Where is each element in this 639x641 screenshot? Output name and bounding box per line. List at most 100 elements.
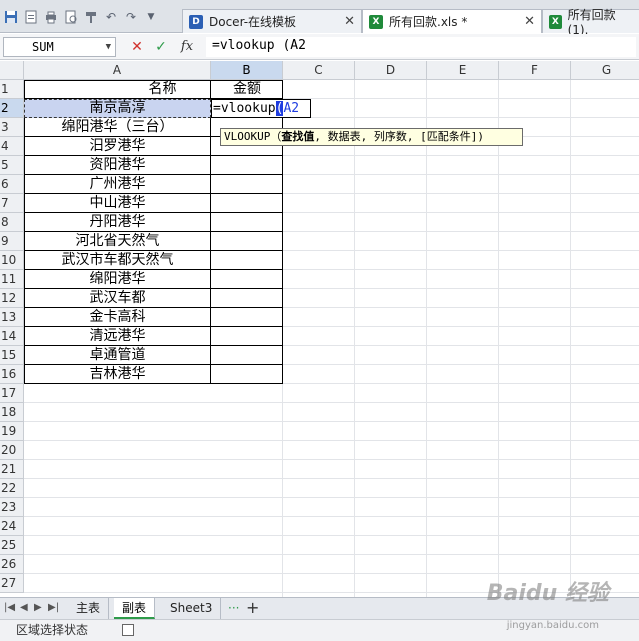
row-header-13[interactable]: 13 <box>0 308 24 327</box>
column-header-c[interactable]: C <box>283 61 355 80</box>
cell-b2-editor[interactable]: =vlookup(A2 <box>211 99 311 118</box>
column-header-d[interactable]: D <box>355 61 427 80</box>
worksheet-grid[interactable]: A B C D E F G 1 2 3 4 5 6 7 8 9 10 11 12 13 14 15 16 17 18 19 20 21… <box>0 61 639 597</box>
row-header-21[interactable]: 21 <box>0 460 24 479</box>
print-icon[interactable] <box>42 8 60 26</box>
gridline <box>24 440 639 441</box>
add-sheet-button[interactable]: + <box>246 598 259 617</box>
select-all-corner[interactable] <box>0 61 24 80</box>
redo-icon[interactable]: ↷ <box>122 8 140 26</box>
cell-name[interactable]: 资阳港华 <box>24 156 211 175</box>
last-sheet-icon[interactable]: ▶| <box>48 602 59 613</box>
close-icon[interactable]: ✕ <box>524 14 535 29</box>
save-icon[interactable] <box>2 8 20 26</box>
row-header-15[interactable]: 15 <box>0 346 24 365</box>
macro-record-icon[interactable] <box>122 624 134 636</box>
watermark-url: jingyan.baidu.com <box>506 620 599 631</box>
cell-name[interactable]: 清远港华 <box>24 327 211 346</box>
row-header-12[interactable]: 12 <box>0 289 24 308</box>
first-sheet-icon[interactable]: |◀ <box>4 602 15 613</box>
cell-name[interactable]: 中山港华 <box>24 194 211 213</box>
row-header-20[interactable]: 20 <box>0 441 24 460</box>
row-header-1[interactable]: 1 <box>0 80 24 99</box>
column-header-g[interactable]: G <box>571 61 639 80</box>
customize-dropdown-icon[interactable]: ▼ <box>142 8 160 26</box>
tab-docer[interactable]: D Docer-在线模板 ✕ <box>182 9 362 33</box>
next-sheet-icon[interactable]: ▶ <box>34 602 42 613</box>
gridline <box>24 421 639 422</box>
cell-border <box>211 270 283 289</box>
column-header-b[interactable]: B <box>211 61 283 80</box>
gridline <box>24 478 639 479</box>
editor-text: =vlookup <box>213 101 276 116</box>
format-painter-icon[interactable] <box>82 8 100 26</box>
sheet-tab-secondary[interactable]: 副表 <box>114 598 156 619</box>
tooltip-part: 查找值 <box>281 130 315 143</box>
cancel-button[interactable]: ✕ <box>128 38 146 56</box>
name-box[interactable]: SUM ▼ <box>3 37 116 57</box>
row-header-19[interactable]: 19 <box>0 422 24 441</box>
row-header-6[interactable]: 6 <box>0 175 24 194</box>
close-icon[interactable]: ✕ <box>344 14 355 29</box>
row-header-25[interactable]: 25 <box>0 536 24 555</box>
cell-name[interactable]: 吉林港华 <box>24 365 211 384</box>
cell-name[interactable]: 绵阳港华 <box>24 270 211 289</box>
cell-name[interactable]: 武汉市车都天然气 <box>24 251 211 270</box>
row-header-18[interactable]: 18 <box>0 403 24 422</box>
cell-border <box>211 308 283 327</box>
cell-name[interactable]: 广州港华 <box>24 175 211 194</box>
gridline <box>24 459 639 460</box>
gridline <box>24 497 639 498</box>
cell-name[interactable]: 丹阳港华 <box>24 213 211 232</box>
cell-name[interactable]: 金卡高科 <box>24 308 211 327</box>
row-header-7[interactable]: 7 <box>0 194 24 213</box>
column-header-a[interactable]: A <box>24 61 211 80</box>
gridline <box>24 402 639 403</box>
sheet-tab-main[interactable]: 主表 <box>68 598 110 619</box>
cell-header-amount[interactable]: 金额 <box>211 80 283 99</box>
sheet-tab-sheet3[interactable]: Sheet3 <box>162 598 222 619</box>
cell-name[interactable]: 武汉车都 <box>24 289 211 308</box>
cell-border <box>211 213 283 232</box>
gridline <box>570 80 571 597</box>
tab-all-payments[interactable]: X 所有回款.xls * ✕ <box>362 9 542 33</box>
row-header-24[interactable]: 24 <box>0 517 24 536</box>
row-header-4[interactable]: 4 <box>0 137 24 156</box>
undo-icon[interactable]: ↶ <box>102 8 120 26</box>
column-header-f[interactable]: F <box>499 61 571 80</box>
row-header-17[interactable]: 17 <box>0 384 24 403</box>
row-header-22[interactable]: 22 <box>0 479 24 498</box>
row-header-8[interactable]: 8 <box>0 213 24 232</box>
gridline <box>426 80 427 597</box>
row-header-23[interactable]: 23 <box>0 498 24 517</box>
confirm-button[interactable]: ✓ <box>152 38 170 56</box>
column-header-e[interactable]: E <box>427 61 499 80</box>
row-header-27[interactable]: 27 <box>0 574 24 593</box>
row-header-14[interactable]: 14 <box>0 327 24 346</box>
print-preview-icon[interactable] <box>62 8 80 26</box>
row-header-10[interactable]: 10 <box>0 251 24 270</box>
row-header-5[interactable]: 5 <box>0 156 24 175</box>
row-header-2[interactable]: 2 <box>0 99 24 118</box>
watermark-logo: Baidu 经验 <box>486 581 609 606</box>
row-header-9[interactable]: 9 <box>0 232 24 251</box>
insert-function-button[interactable]: fx <box>178 38 196 56</box>
cell-name[interactable]: 绵阳港华（三台） <box>24 118 211 137</box>
cell-name[interactable]: 汨罗港华 <box>24 137 211 156</box>
row-header-3[interactable]: 3 <box>0 118 24 137</box>
cell-border <box>211 194 283 213</box>
cell-header-name[interactable]: 名称 <box>24 80 211 99</box>
cell-name[interactable]: 南京高淳 <box>24 99 211 118</box>
gridline <box>24 516 639 517</box>
cell-name[interactable]: 河北省天然气 <box>24 232 211 251</box>
row-header-11[interactable]: 11 <box>0 270 24 289</box>
more-sheets-icon[interactable]: ··· <box>228 601 239 615</box>
cell-name[interactable]: 卓通管道 <box>24 346 211 365</box>
chevron-down-icon[interactable]: ▼ <box>106 38 111 56</box>
tab-all-payments-1[interactable]: X 所有回款 (1). <box>542 8 639 37</box>
row-header-16[interactable]: 16 <box>0 365 24 384</box>
formula-input[interactable]: =vlookup (A2 <box>206 37 636 57</box>
prev-sheet-icon[interactable]: ◀ <box>20 602 28 613</box>
row-header-26[interactable]: 26 <box>0 555 24 574</box>
export-pdf-icon[interactable] <box>22 8 40 26</box>
